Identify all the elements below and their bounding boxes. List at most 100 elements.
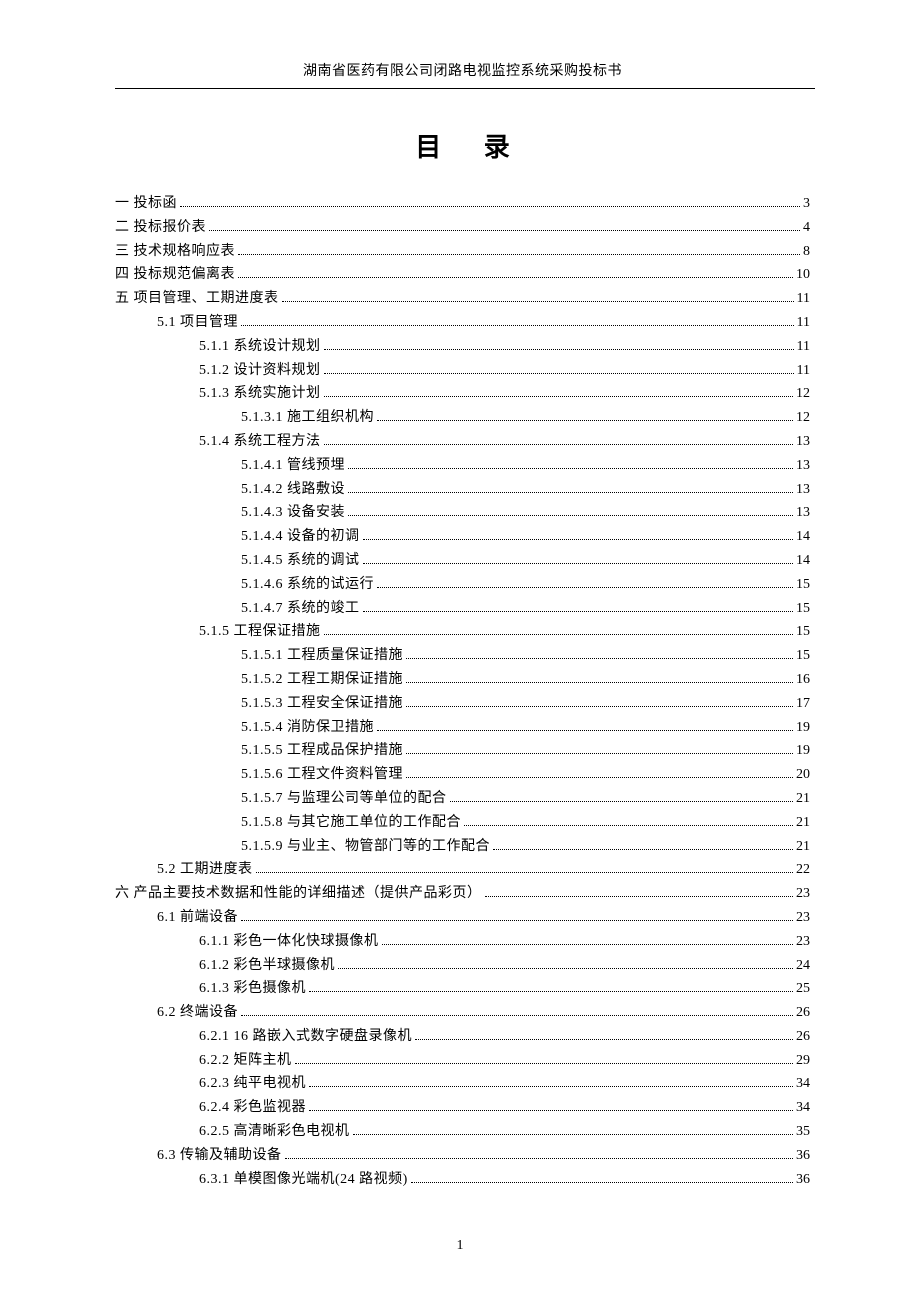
- toc-page: 12: [796, 382, 810, 406]
- toc-leader-dots: [382, 936, 794, 944]
- toc-page: 24: [796, 954, 810, 978]
- toc-page: 19: [796, 739, 810, 763]
- toc-row: 5.1.2 设计资料规划11: [115, 359, 810, 383]
- toc-page: 35: [796, 1120, 810, 1144]
- toc-label: 6.2.2 矩阵主机: [199, 1049, 292, 1073]
- toc-label: 5.1.3.1 施工组织机构: [241, 406, 374, 430]
- toc-row: 一 投标函 3: [115, 192, 810, 216]
- toc-label: 5.1.3 系统实施计划: [199, 382, 321, 406]
- toc-leader-dots: [406, 675, 793, 683]
- toc-page: 26: [796, 1001, 810, 1025]
- toc-label: 5.1.5.6 工程文件资料管理: [241, 763, 403, 787]
- toc-label: 6.2.1 16 路嵌入式数字硬盘录像机: [199, 1025, 412, 1049]
- toc-label: 6.1.1 彩色一体化快球摄像机: [199, 930, 379, 954]
- toc-leader-dots: [324, 437, 794, 445]
- toc-leader-dots: [377, 722, 793, 730]
- toc-label: 一 投标函: [115, 192, 177, 216]
- toc-label: 5.1.5.9 与业主、物管部门等的工作配合: [241, 835, 490, 859]
- toc-leader-dots: [353, 1127, 794, 1135]
- toc-leader-dots: [309, 1103, 793, 1111]
- toc-leader-dots: [348, 508, 793, 516]
- toc-label: 5.2 工期进度表: [157, 858, 253, 882]
- toc-leader-dots: [324, 627, 794, 635]
- toc-leader-dots: [363, 556, 794, 564]
- toc-leader-dots: [406, 651, 793, 659]
- toc-row: 二 投标报价表 4: [115, 216, 810, 240]
- toc-row: 6.3.1 单模图像光端机(24 路视频)36: [115, 1168, 810, 1192]
- toc-label: 6.3 传输及辅助设备: [157, 1144, 282, 1168]
- toc-leader-dots: [406, 746, 793, 754]
- toc-row: 6.2.1 16 路嵌入式数字硬盘录像机26: [115, 1025, 810, 1049]
- toc-leader-dots: [324, 341, 794, 349]
- toc-label: 五 项目管理、工期进度表: [115, 287, 279, 311]
- toc-label: 5.1.5 工程保证措施: [199, 620, 321, 644]
- toc-row: 5.1.4.7 系统的竣工15: [115, 597, 810, 621]
- toc-leader-dots: [348, 484, 793, 492]
- toc-row: 5.1.4.1 管线预埋13: [115, 454, 810, 478]
- toc-page: 3: [803, 192, 810, 216]
- toc-leader-dots: [485, 889, 794, 897]
- toc-label: 5.1.4.6 系统的试运行: [241, 573, 374, 597]
- toc-row: 5.1.5.1 工程质量保证措施 15: [115, 644, 810, 668]
- toc-page: 14: [796, 525, 810, 549]
- toc-page: 23: [796, 930, 810, 954]
- toc-page: 20: [796, 763, 810, 787]
- toc-row: 三 技术规格响应表 8: [115, 240, 810, 264]
- toc-label: 六 产品主要技术数据和性能的详细描述（提供产品彩页）: [115, 882, 482, 906]
- toc-row: 6.2 终端设备26: [115, 1001, 810, 1025]
- toc-row: 5.1.4.2 线路敷设13: [115, 478, 810, 502]
- toc-page: 21: [796, 835, 810, 859]
- toc-label: 5.1.4.2 线路敷设: [241, 478, 345, 502]
- toc-leader-dots: [180, 199, 800, 207]
- toc-leader-dots: [363, 603, 794, 611]
- toc-row: 5.1.5.3 工程安全保证措施17: [115, 692, 810, 716]
- toc-row: 5.1.3.1 施工组织机构12: [115, 406, 810, 430]
- toc-row: 5.1.5.7 与监理公司等单位的配合21: [115, 787, 810, 811]
- toc-page: 13: [796, 501, 810, 525]
- toc-label: 5.1 项目管理: [157, 311, 238, 335]
- document-header: 湖南省医药有限公司闭路电视监控系统采购投标书: [115, 60, 810, 88]
- toc-page: 36: [796, 1168, 810, 1192]
- toc-page: 10: [796, 263, 810, 287]
- toc-label: 三 技术规格响应表: [115, 240, 235, 264]
- toc-label: 6.2.4 彩色监视器: [199, 1096, 306, 1120]
- toc-page: 22: [796, 858, 810, 882]
- toc-row: 5.2 工期进度表 22: [115, 858, 810, 882]
- toc-leader-dots: [285, 1150, 794, 1158]
- toc-leader-dots: [493, 841, 793, 849]
- toc-row: 5.1.5.5 工程成品保护措施 19: [115, 739, 810, 763]
- toc-leader-dots: [377, 579, 793, 587]
- toc-leader-dots: [324, 389, 794, 397]
- toc-label: 5.1.5.1 工程质量保证措施: [241, 644, 403, 668]
- toc-row: 5.1 项目管理11: [115, 311, 810, 335]
- toc-label: 二 投标报价表: [115, 216, 206, 240]
- toc-label: 6.2.3 纯平电视机: [199, 1072, 306, 1096]
- toc-row: 6.2.5 高清晰彩色电视机35: [115, 1120, 810, 1144]
- toc-label: 5.1.5.4 消防保卫措施: [241, 716, 374, 740]
- toc-leader-dots: [256, 865, 794, 873]
- toc-page: 15: [796, 644, 810, 668]
- toc-leader-dots: [415, 1032, 793, 1040]
- toc-leader-dots: [238, 270, 793, 278]
- toc-leader-dots: [295, 1055, 794, 1063]
- toc-leader-dots: [348, 460, 793, 468]
- toc-leader-dots: [411, 1174, 793, 1182]
- toc-page: 8: [803, 240, 810, 264]
- toc-page: 14: [796, 549, 810, 573]
- toc-row: 5.1.4.3 设备安装13: [115, 501, 810, 525]
- toc-page: 23: [796, 906, 810, 930]
- toc-page: 13: [796, 454, 810, 478]
- toc-label: 5.1.5.2 工程工期保证措施: [241, 668, 403, 692]
- toc-leader-dots: [363, 532, 794, 540]
- toc-label: 6.1.3 彩色摄像机: [199, 977, 306, 1001]
- toc-label: 5.1.4.7 系统的竣工: [241, 597, 360, 621]
- toc-leader-dots: [309, 984, 793, 992]
- toc-leader-dots: [464, 817, 793, 825]
- toc-label: 5.1.1 系统设计规划: [199, 335, 321, 359]
- toc-row: 5.1.3 系统实施计划 12: [115, 382, 810, 406]
- toc-label: 5.1.5.5 工程成品保护措施: [241, 739, 403, 763]
- toc-leader-dots: [324, 365, 794, 373]
- toc-page: 23: [796, 882, 810, 906]
- toc-page: 4: [803, 216, 810, 240]
- toc-label: 6.1 前端设备: [157, 906, 238, 930]
